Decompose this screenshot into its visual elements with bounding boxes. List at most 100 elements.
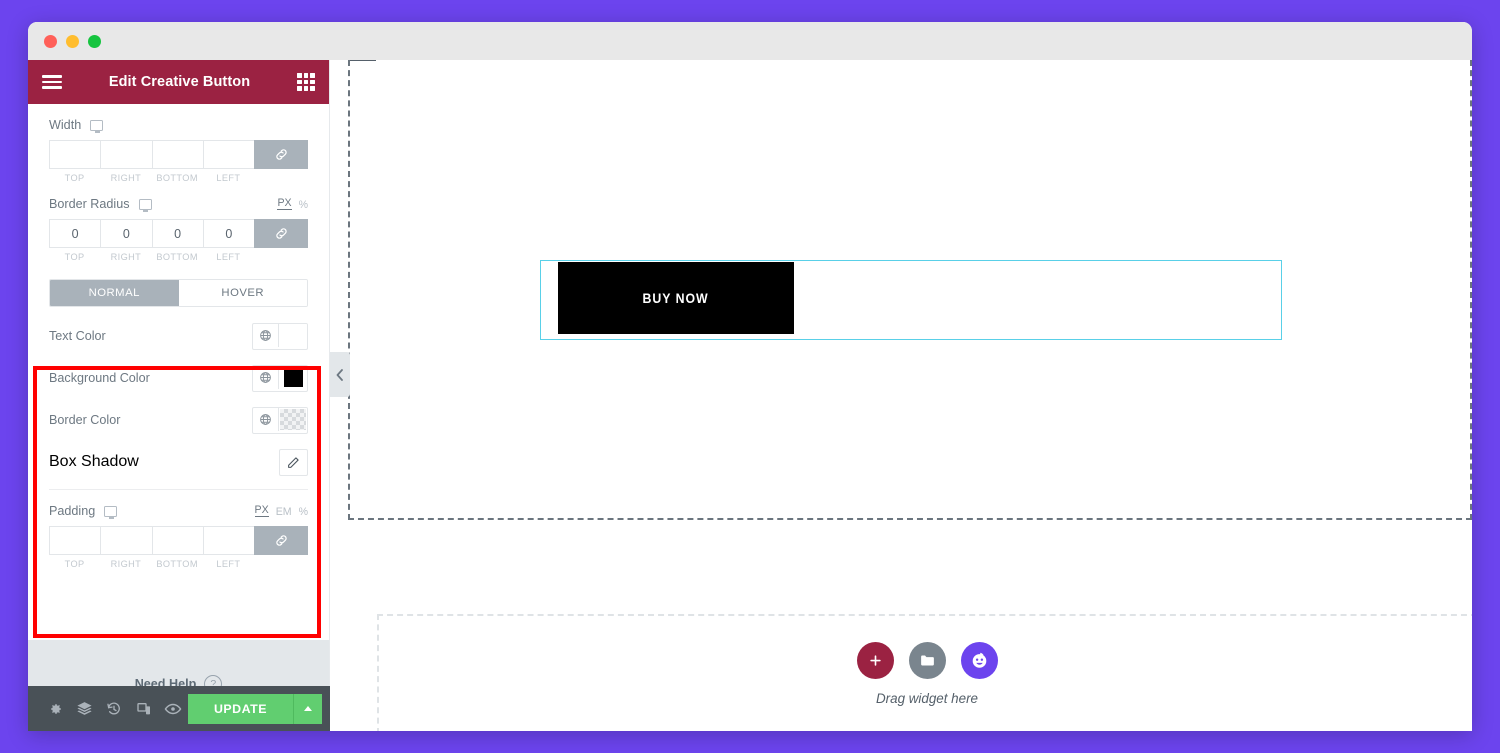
drag-widget-label: Drag widget here <box>876 691 978 706</box>
panel-header: Edit Creative Button <box>28 60 329 104</box>
tab-hover[interactable]: HOVER <box>178 280 307 306</box>
border-color-control <box>252 406 308 434</box>
globe-icon[interactable] <box>253 365 279 389</box>
border-radius-sublabels: TOP RIGHT BOTTOM LEFT <box>49 252 308 262</box>
history-revisions-icon[interactable] <box>99 686 129 731</box>
width-inputs <box>49 140 308 169</box>
padding-bottom-input[interactable] <box>151 526 203 555</box>
panel-body: Width TOP RIGHT BOTTOM LEFT Border Radiu… <box>28 104 329 640</box>
padding-top-input[interactable] <box>49 526 101 555</box>
swatch-transparent <box>280 408 306 430</box>
preview-eye-icon[interactable] <box>158 686 188 731</box>
minimize-window-button[interactable] <box>66 35 79 48</box>
border-color-swatch[interactable] <box>279 407 307 431</box>
padding-left-input[interactable] <box>202 526 254 555</box>
background-color-label: Background Color <box>49 371 150 385</box>
settings-gear-icon[interactable] <box>40 686 70 731</box>
row-box-shadow: Box Shadow <box>49 441 308 483</box>
unit-px[interactable]: PX <box>254 505 269 518</box>
maximize-window-button[interactable] <box>88 35 101 48</box>
traffic-lights <box>44 35 101 48</box>
width-label-row: Width <box>49 118 308 134</box>
border-radius-sublabel-top: TOP <box>64 252 85 262</box>
screen-root: Edit Creative Button Width TOP RIGHT BOT… <box>0 0 1500 753</box>
control-width: Width TOP RIGHT BOTTOM LEFT <box>49 118 308 183</box>
plus-icon[interactable] <box>856 642 894 679</box>
globe-icon[interactable] <box>253 407 279 431</box>
update-button[interactable]: UPDATE <box>187 693 294 724</box>
border-radius-top-input[interactable]: 0 <box>49 219 101 248</box>
padding-right-input[interactable] <box>100 526 152 555</box>
width-right-input[interactable] <box>100 140 152 169</box>
border-radius-bottom-input[interactable]: 0 <box>151 219 203 248</box>
padding-units: PX EM % <box>254 505 308 518</box>
globe-icon[interactable] <box>253 323 279 347</box>
border-radius-link-icon[interactable] <box>254 219 308 248</box>
responsive-mode-icon[interactable] <box>129 686 159 731</box>
close-window-button[interactable] <box>44 35 57 48</box>
pencil-edit-icon[interactable] <box>279 448 308 476</box>
swatch-fill <box>283 325 303 345</box>
border-radius-sublabel-bottom: BOTTOM <box>156 252 198 262</box>
swatch-fill <box>283 367 303 387</box>
padding-sublabels: TOP RIGHT BOTTOM LEFT <box>49 559 308 569</box>
border-radius-inputs: 0 0 0 0 <box>49 219 308 248</box>
grid-apps-icon[interactable] <box>297 73 315 91</box>
window-titlebar <box>28 22 1472 60</box>
padding-label: Padding <box>49 504 96 518</box>
editor-panel: Edit Creative Button Width TOP RIGHT BOT… <box>28 60 330 731</box>
text-color-swatch[interactable] <box>279 323 307 347</box>
width-sublabel-top: TOP <box>64 173 85 183</box>
unit-percent[interactable]: % <box>299 200 308 211</box>
width-sublabel-left: LEFT <box>216 173 241 183</box>
padding-label-row: Padding PX EM % <box>49 504 308 520</box>
panel-footer: UPDATE <box>28 686 330 731</box>
control-padding: Padding PX EM % TOP RIGHT BOTTOM LEFT <box>49 504 308 569</box>
width-label: Width <box>49 118 82 132</box>
unit-px[interactable]: PX <box>277 198 292 211</box>
row-border-color: Border Color <box>49 399 308 441</box>
border-radius-label-row: Border Radius PX % <box>49 197 308 213</box>
border-radius-sublabel-right: RIGHT <box>110 252 142 262</box>
buy-now-button[interactable]: BUY NOW <box>558 262 794 334</box>
caret-up-icon[interactable] <box>294 693 322 724</box>
width-left-input[interactable] <box>202 140 254 169</box>
row-text-color: Text Color <box>49 315 308 357</box>
desktop-monitor-icon[interactable] <box>104 505 118 520</box>
drop-zone-inner: Drag widget here <box>379 616 1472 731</box>
width-sublabels: TOP RIGHT BOTTOM LEFT <box>49 173 308 183</box>
padding-sublabel-left: LEFT <box>216 559 241 569</box>
border-radius-label: Border Radius <box>49 197 130 211</box>
width-sublabel-bottom: BOTTOM <box>156 173 198 183</box>
panel-title: Edit Creative Button <box>108 74 251 90</box>
folder-icon[interactable] <box>908 642 946 679</box>
background-color-swatch[interactable] <box>279 365 307 389</box>
text-color-control <box>252 322 308 350</box>
width-top-input[interactable] <box>49 140 101 169</box>
unit-percent[interactable]: % <box>299 507 308 518</box>
tab-normal[interactable]: NORMAL <box>50 280 179 306</box>
layers-navigator-icon[interactable] <box>70 686 100 731</box>
padding-sublabel-right: RIGHT <box>110 559 142 569</box>
smiley-face-icon[interactable] <box>960 642 998 679</box>
canvas-drop-zone[interactable]: Drag widget here <box>377 614 1472 731</box>
collapse-panel-handle[interactable] <box>330 352 350 397</box>
border-radius-sublabel-left: LEFT <box>216 252 241 262</box>
update-button-group: UPDATE <box>187 693 322 724</box>
width-link-icon[interactable] <box>254 140 308 169</box>
section-handle[interactable] <box>350 60 376 61</box>
padding-link-icon[interactable] <box>254 526 308 555</box>
padding-sublabel-bottom: BOTTOM <box>156 559 198 569</box>
border-radius-right-input[interactable]: 0 <box>100 219 152 248</box>
desktop-monitor-icon[interactable] <box>138 198 152 213</box>
width-bottom-input[interactable] <box>151 140 203 169</box>
box-shadow-label: Box Shadow <box>49 453 139 470</box>
color-controls: Text Color Background Color Border Color… <box>49 315 308 569</box>
hamburger-menu-icon[interactable] <box>42 75 62 89</box>
desktop-monitor-icon[interactable] <box>90 119 104 134</box>
panel-scroll-area: Width TOP RIGHT BOTTOM LEFT Border Radiu… <box>28 104 329 569</box>
width-sublabel-right: RIGHT <box>110 173 142 183</box>
unit-em[interactable]: EM <box>276 507 292 518</box>
border-radius-left-input[interactable]: 0 <box>202 219 254 248</box>
